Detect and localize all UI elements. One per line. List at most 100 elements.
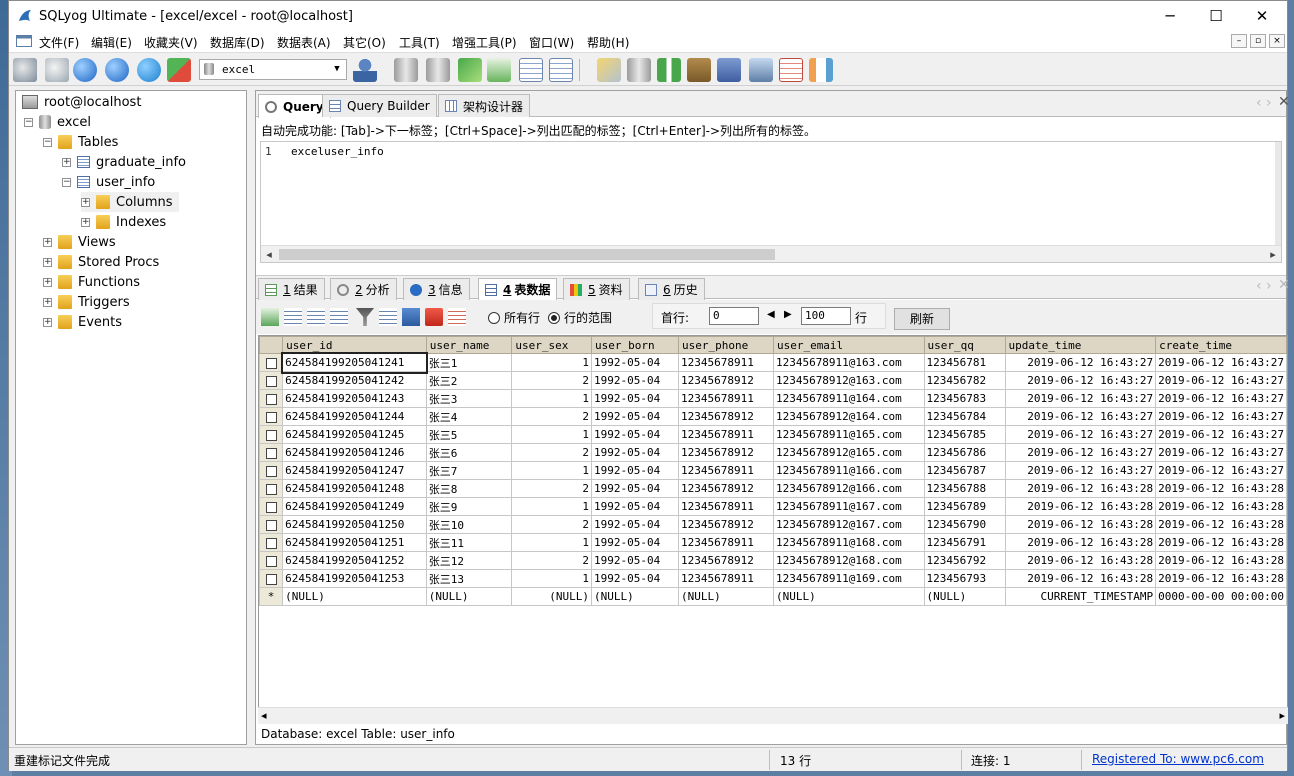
table-cell[interactable]: (NULL) <box>678 587 774 606</box>
table-cell[interactable]: 2019-06-12 16:43:28 <box>1004 533 1157 552</box>
cancel-changes-icon[interactable] <box>330 308 348 326</box>
table-cell[interactable]: 2019-06-12 16:43:27 <box>1004 425 1157 444</box>
first-row-input[interactable]: 0 <box>709 307 759 325</box>
menu-tools[interactable]: 工具(T) <box>399 34 440 51</box>
insert-row-icon[interactable] <box>261 308 279 326</box>
range-radio[interactable]: 行的范围 <box>548 309 612 326</box>
table-cell[interactable]: 123456792 <box>923 551 1006 570</box>
table-cell[interactable]: 624584199205041244 <box>282 407 427 426</box>
table-cell[interactable]: 1992-05-04 <box>590 479 680 498</box>
checkbox-icon[interactable] <box>265 483 277 495</box>
table-cell[interactable]: 123456788 <box>923 479 1006 498</box>
table-cell[interactable]: 1 <box>511 497 592 516</box>
table-cell[interactable]: 0000-00-00 00:00:00 <box>1155 587 1287 606</box>
tab-scroll-arrows-icon[interactable]: ‹ › <box>1256 278 1272 294</box>
row-checkbox[interactable] <box>259 371 284 390</box>
table-cell[interactable]: 2 <box>511 515 592 534</box>
row-checkbox[interactable] <box>259 497 284 516</box>
table-cell[interactable]: 2019-06-12 16:43:27 <box>1155 443 1287 462</box>
tab-info[interactable]: 5 资料 <box>563 278 630 300</box>
table-cell[interactable]: 1992-05-04 <box>590 371 680 390</box>
scroll-thumb[interactable] <box>279 249 775 260</box>
column-header[interactable]: user_born <box>590 336 680 354</box>
row-checkbox[interactable] <box>259 551 284 570</box>
table-cell[interactable]: 12345678911 <box>678 389 774 408</box>
radio-dot-checked[interactable] <box>548 311 560 324</box>
table-cell[interactable]: 张三7 <box>425 461 513 480</box>
tab-history[interactable]: 6 历史 <box>638 278 705 300</box>
row-checkbox[interactable] <box>259 389 284 408</box>
schema-designer-icon[interactable] <box>627 58 651 82</box>
column-header[interactable]: user_email <box>772 336 925 354</box>
table-cell[interactable]: 2019-06-12 16:43:28 <box>1004 479 1157 498</box>
column-header[interactable]: user_phone <box>678 336 774 354</box>
close-tab-icon[interactable]: ✕ <box>1278 277 1290 293</box>
tab-table-data[interactable]: 4 表数据 <box>478 278 558 300</box>
table-cell[interactable]: 12345678912@167.com <box>772 515 925 534</box>
table-cell[interactable]: 2019-06-12 16:43:28 <box>1155 497 1287 516</box>
table-cell[interactable]: 12345678912@164.com <box>772 407 925 426</box>
table-cell[interactable]: 123456793 <box>923 569 1006 588</box>
expand-icon[interactable]: + <box>43 277 52 287</box>
table-cell[interactable]: 123456781 <box>923 353 1006 372</box>
tab-profiler[interactable]: 2 分析 <box>330 278 397 300</box>
table-cell[interactable]: 张三6 <box>425 443 513 462</box>
query-builder-icon[interactable] <box>597 58 621 82</box>
sql-editor[interactable]: 1 exceluser_info ◂ ▸ <box>260 141 1282 263</box>
maximize-button[interactable]: ☐ <box>1193 1 1239 31</box>
checkbox-icon[interactable] <box>265 357 277 369</box>
table-cell[interactable]: (NULL) <box>590 587 680 606</box>
table-cell[interactable]: 624584199205041249 <box>282 497 427 516</box>
execute-query-icon[interactable] <box>73 58 97 82</box>
table-cell[interactable]: 1 <box>511 389 592 408</box>
tree-stored-procs[interactable]: + Stored Procs <box>43 252 159 272</box>
table-cell[interactable]: 2019-06-12 16:43:27 <box>1004 371 1157 390</box>
table-cell[interactable]: 12345678912 <box>678 443 774 462</box>
table-cell[interactable]: 2019-06-12 16:43:27 <box>1004 407 1157 426</box>
tree-tables[interactable]: − Tables <box>43 132 118 152</box>
tree-functions[interactable]: + Functions <box>43 272 140 292</box>
menu-help[interactable]: 帮助(H) <box>587 34 629 51</box>
checkbox-icon[interactable] <box>265 375 277 387</box>
tab-query[interactable]: Query <box>258 94 331 118</box>
table-cell[interactable]: 123456785 <box>923 425 1006 444</box>
table-row[interactable]: 624584199205041246 张三6 2 1992-05-04 12345678… <box>259 443 1287 462</box>
row-count-input[interactable]: 100 <box>801 307 851 325</box>
table-row[interactable]: 624584199205041245 张三5 1 1992-05-04 12345678… <box>259 425 1287 444</box>
table-cell[interactable]: 张三9 <box>425 497 513 516</box>
row-checkbox[interactable] <box>259 533 284 552</box>
table-cell[interactable]: 624584199205041243 <box>282 389 427 408</box>
table-cell[interactable]: 12345678912@165.com <box>772 443 925 462</box>
table-cell[interactable]: 12345678911@163.com <box>772 353 925 372</box>
table-cell[interactable]: 2019-06-12 16:43:28 <box>1155 533 1287 552</box>
editor-code[interactable]: exceluser_info <box>291 145 384 158</box>
table-cell[interactable]: 2019-06-12 16:43:27 <box>1004 443 1157 462</box>
table-cell[interactable]: (NULL) <box>282 587 427 606</box>
table-cell[interactable]: 12345678912 <box>678 551 774 570</box>
tree-triggers[interactable]: + Triggers <box>43 292 130 312</box>
expand-icon[interactable]: + <box>43 237 52 247</box>
registered-link[interactable]: Registered To: www.pc6.com <box>1092 752 1264 766</box>
table-structure-icon[interactable] <box>549 58 573 82</box>
table-cell[interactable]: 12345678911 <box>678 533 774 552</box>
table-cell[interactable]: 2019-06-12 16:43:27 <box>1004 461 1157 480</box>
table-cell[interactable]: 12345678911 <box>678 353 774 372</box>
table-cell[interactable]: 张三2 <box>425 371 513 390</box>
table-cell[interactable]: 张三11 <box>425 533 513 552</box>
checkbox-icon[interactable] <box>265 429 277 441</box>
row-checkbox[interactable] <box>259 515 284 534</box>
expand-icon[interactable]: + <box>43 257 52 267</box>
table-cell[interactable]: 624584199205041246 <box>282 443 427 462</box>
tab-scroll-arrows-icon[interactable]: ‹ › <box>1256 95 1272 111</box>
row-checkbox[interactable] <box>259 353 284 372</box>
document-window-icon[interactable] <box>16 35 32 47</box>
table-cell[interactable]: 1992-05-04 <box>590 551 680 570</box>
editor-horizontal-scrollbar[interactable]: ◂ ▸ <box>261 245 1281 262</box>
table-cell[interactable]: 张三4 <box>425 407 513 426</box>
table-cell[interactable]: 2 <box>511 551 592 570</box>
menu-window[interactable]: 窗口(W) <box>529 34 574 51</box>
table-cell[interactable]: 12345678912@168.com <box>772 551 925 570</box>
checkbox-icon[interactable] <box>265 411 277 423</box>
table-cell[interactable]: 1 <box>511 569 592 588</box>
table-cell[interactable]: 2 <box>511 479 592 498</box>
